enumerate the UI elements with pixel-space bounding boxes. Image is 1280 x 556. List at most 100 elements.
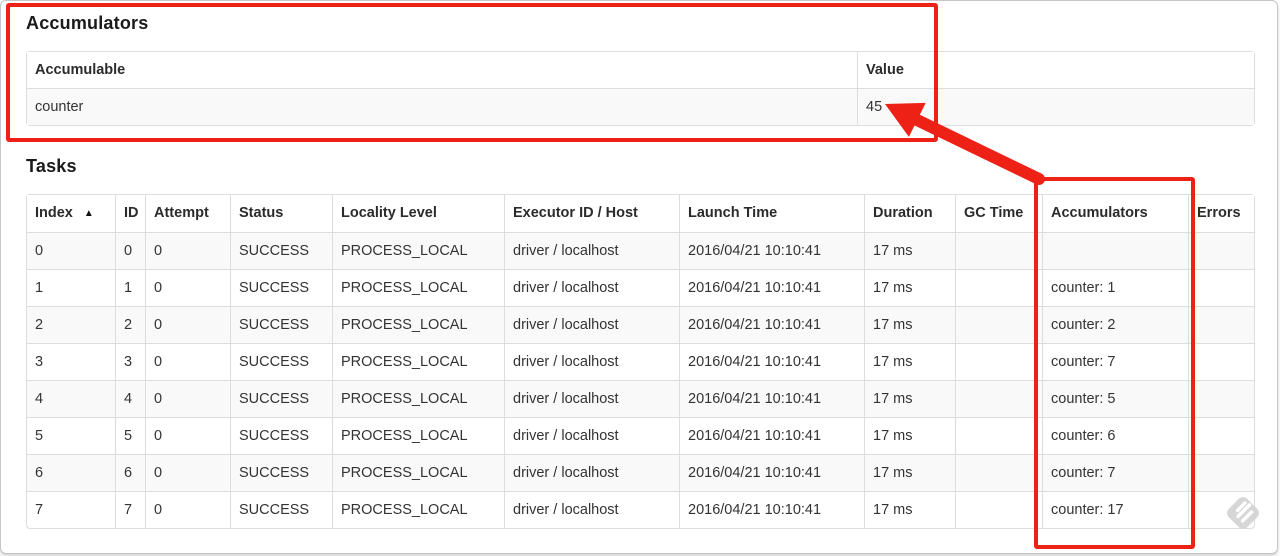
table-cell: 1 xyxy=(115,269,145,306)
table-cell: PROCESS_LOCAL xyxy=(332,306,504,343)
table-cell: 2016/04/21 10:10:41 xyxy=(679,343,864,380)
table-row: 5 5 0 SUCCESS PROCESS_LOCAL driver / localhos… xyxy=(27,417,1254,454)
table-cell: 17 ms xyxy=(864,380,955,417)
table-cell: 0 xyxy=(145,269,230,306)
table-cell: 17 ms xyxy=(864,491,955,528)
table-cell: SUCCESS xyxy=(230,454,332,491)
column-header-label: Accumulators xyxy=(1051,205,1148,221)
table-cell: 2 xyxy=(115,306,145,343)
table-cell: counter: 2 xyxy=(1042,306,1188,343)
column-header-gc-time[interactable]: GC Time xyxy=(955,195,1042,233)
table-cell xyxy=(955,491,1042,528)
table-row: 7 7 0 SUCCESS PROCESS_LOCAL driver / localhos… xyxy=(27,491,1254,528)
table-cell: 7 xyxy=(115,491,145,528)
table-cell: counter: 1 xyxy=(1042,269,1188,306)
table-cell xyxy=(1188,491,1254,528)
column-header-label: Executor ID / Host xyxy=(513,205,638,221)
column-header-errors[interactable]: Errors xyxy=(1188,195,1254,233)
table-cell: 0 xyxy=(145,380,230,417)
table-cell: SUCCESS xyxy=(230,380,332,417)
column-header-label: Duration xyxy=(873,205,933,221)
table-cell xyxy=(955,343,1042,380)
browser-viewport: Accumulators Accumulable Value counter 45 xyxy=(0,0,1278,554)
table-cell: counter: 6 xyxy=(1042,417,1188,454)
table-row: 1 1 0 SUCCESS PROCESS_LOCAL driver / localhos… xyxy=(27,269,1254,306)
column-header-status[interactable]: Status xyxy=(230,195,332,233)
column-header-label: Accumulable xyxy=(35,62,126,78)
table-cell xyxy=(955,417,1042,454)
column-header-label: Launch Time xyxy=(688,205,778,221)
table-cell: 17 ms xyxy=(864,269,955,306)
table-cell: 2 xyxy=(27,306,115,343)
table-cell: 17 ms xyxy=(864,417,955,454)
table-cell: 0 xyxy=(145,417,230,454)
tasks-table-body: 0 0 0 SUCCESS PROCESS_LOCAL driver / localhos… xyxy=(27,233,1254,528)
column-header-executor-id-host[interactable]: Executor ID / Host xyxy=(504,195,679,233)
table-cell: counter: 5 xyxy=(1042,380,1188,417)
table-cell: 17 ms xyxy=(864,233,955,269)
column-header-label: Status xyxy=(239,205,284,221)
column-header-locality-level[interactable]: Locality Level xyxy=(332,195,504,233)
table-cell: 2016/04/21 10:10:41 xyxy=(679,417,864,454)
table-cell: 0 xyxy=(115,233,145,269)
table-cell: 0 xyxy=(145,343,230,380)
table-cell: 0 xyxy=(145,491,230,528)
accumulators-table: Accumulable Value counter 45 xyxy=(26,51,1255,126)
table-cell: SUCCESS xyxy=(230,417,332,454)
column-header-index[interactable]: Index ▲ xyxy=(27,195,115,233)
table-cell: counter xyxy=(35,99,84,115)
table-cell: SUCCESS xyxy=(230,306,332,343)
table-cell: 3 xyxy=(27,343,115,380)
table-row: 6 6 0 SUCCESS PROCESS_LOCAL driver / localhos… xyxy=(27,454,1254,491)
table-cell xyxy=(1188,343,1254,380)
table-cell: 45 xyxy=(857,89,1254,125)
column-header-attempt[interactable]: Attempt xyxy=(145,195,230,233)
table-cell xyxy=(1188,306,1254,343)
accumulators-table-header: Accumulable Value xyxy=(27,52,1254,89)
sort-ascending-icon: ▲ xyxy=(83,208,94,219)
column-header-label: Value xyxy=(866,62,904,78)
table-cell xyxy=(955,380,1042,417)
table-cell: PROCESS_LOCAL xyxy=(332,454,504,491)
tasks-table-header: Index ▲ ID Attempt Status Locality Level … xyxy=(27,195,1254,233)
column-header-accumulable[interactable]: Accumulable xyxy=(27,52,857,89)
table-cell: 4 xyxy=(115,380,145,417)
table-cell: 2016/04/21 10:10:41 xyxy=(679,306,864,343)
table-cell: driver / localhost xyxy=(504,380,679,417)
table-cell: 5 xyxy=(27,417,115,454)
table-cell: driver / localhost xyxy=(504,491,679,528)
table-cell xyxy=(955,306,1042,343)
accumulators-table-body: counter 45 xyxy=(27,89,1254,125)
table-cell: 0 xyxy=(145,306,230,343)
column-header-launch-time[interactable]: Launch Time xyxy=(679,195,864,233)
table-row: 4 4 0 SUCCESS PROCESS_LOCAL driver / localhos… xyxy=(27,380,1254,417)
table-cell: 1 xyxy=(27,269,115,306)
table-cell xyxy=(1188,269,1254,306)
column-header-label: ID xyxy=(124,205,139,221)
table-cell xyxy=(955,233,1042,269)
table-cell: driver / localhost xyxy=(504,269,679,306)
table-cell: 17 ms xyxy=(864,454,955,491)
table-cell: 2016/04/21 10:10:41 xyxy=(679,380,864,417)
column-header-label: GC Time xyxy=(964,205,1024,221)
page-content: Accumulators Accumulable Value counter 45 xyxy=(1,1,1277,529)
table-cell: SUCCESS xyxy=(230,269,332,306)
table-cell: PROCESS_LOCAL xyxy=(332,269,504,306)
column-header-duration[interactable]: Duration xyxy=(864,195,955,233)
table-cell: driver / localhost xyxy=(504,306,679,343)
column-header-id[interactable]: ID xyxy=(115,195,145,233)
table-cell: 4 xyxy=(27,380,115,417)
table-cell: 5 xyxy=(115,417,145,454)
table-cell: counter: 7 xyxy=(1042,343,1188,380)
table-cell xyxy=(1042,233,1188,269)
column-header-label: Attempt xyxy=(154,205,209,221)
table-cell: SUCCESS xyxy=(230,233,332,269)
column-header-value[interactable]: Value xyxy=(857,52,1254,89)
table-cell: driver / localhost xyxy=(504,454,679,491)
column-header-accumulators[interactable]: Accumulators xyxy=(1042,195,1188,233)
table-cell: PROCESS_LOCAL xyxy=(332,491,504,528)
table-cell: PROCESS_LOCAL xyxy=(332,417,504,454)
table-cell: SUCCESS xyxy=(230,491,332,528)
table-row: 0 0 0 SUCCESS PROCESS_LOCAL driver / localhos… xyxy=(27,233,1254,269)
table-cell xyxy=(1188,380,1254,417)
